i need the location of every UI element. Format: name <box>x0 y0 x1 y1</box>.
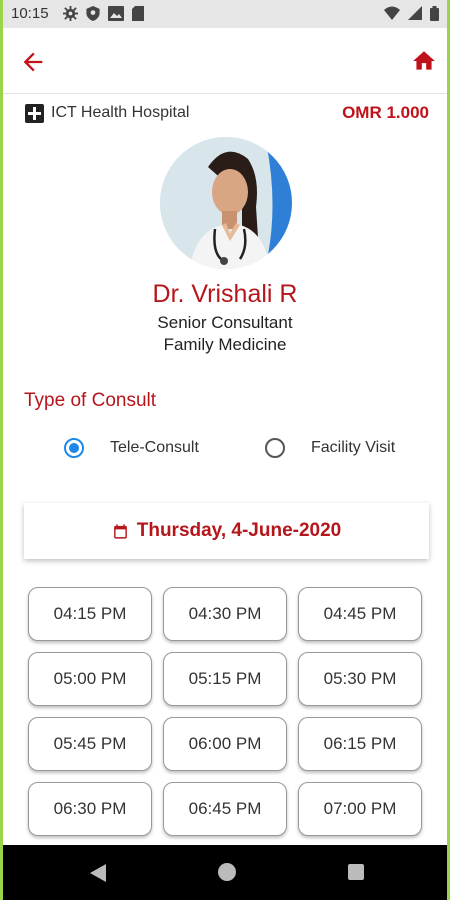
radio-selected-icon[interactable] <box>64 438 84 458</box>
time-slot-button[interactable]: 04:45 PM <box>298 587 422 641</box>
time-slot-button[interactable]: 06:15 PM <box>298 717 422 771</box>
time-slot-grid: 04:15 PM 04:30 PM 04:45 PM 05:00 PM 05:1… <box>28 587 428 836</box>
home-icon[interactable] <box>411 48 437 74</box>
signal-icon <box>408 6 422 20</box>
nav-recents-icon[interactable] <box>348 864 364 880</box>
time-slot-button[interactable]: 05:15 PM <box>163 652 287 706</box>
wifi-icon <box>384 6 400 20</box>
time-slot-button[interactable]: 04:15 PM <box>28 587 152 641</box>
radio-label: Tele-Consult <box>110 439 199 456</box>
gear-icon <box>63 6 78 21</box>
battery-icon <box>430 6 439 21</box>
time-slot-button[interactable]: 05:30 PM <box>298 652 422 706</box>
radio-unselected-icon[interactable] <box>265 438 285 458</box>
time-slot-button[interactable]: 07:00 PM <box>298 782 422 836</box>
hospital-row: ICT Health Hospital OMR 1.000 <box>3 94 447 138</box>
arrow-left-icon[interactable] <box>19 48 47 76</box>
time-slot-button[interactable]: 05:00 PM <box>28 652 152 706</box>
hospital-cross-icon <box>25 104 44 123</box>
hospital-name: ICT Health Hospital <box>51 104 190 121</box>
calendar-icon <box>113 523 127 539</box>
time-slot-button[interactable]: 05:45 PM <box>28 717 152 771</box>
time-slot-button[interactable]: 06:30 PM <box>28 782 152 836</box>
time-slot-button[interactable]: 06:45 PM <box>163 782 287 836</box>
nav-back-icon[interactable] <box>90 864 106 882</box>
date-picker-card[interactable]: Thursday, 4-June-2020 <box>24 503 429 559</box>
system-nav-bar <box>3 845 447 900</box>
app-bar <box>3 28 447 94</box>
selected-date: Thursday, 4-June-2020 <box>136 520 342 541</box>
doctor-title: Senior Consultant Family Medicine <box>3 312 447 356</box>
status-bar: 10:15 <box>3 0 447 28</box>
image-icon <box>108 6 124 21</box>
radio-tele-consult[interactable]: Tele-Consult <box>64 437 199 459</box>
app-screen: 10:15 ICT Health Hospital OMR 1.000 Dr. … <box>3 0 447 900</box>
nav-home-icon[interactable] <box>218 863 236 881</box>
consult-price: OMR 1.000 <box>342 103 429 122</box>
doctor-specialty: Family Medicine <box>163 335 287 354</box>
doctor-name: Dr. Vrishali R <box>152 280 298 308</box>
shield-icon <box>86 6 100 21</box>
consult-type-heading: Type of Consult <box>24 390 157 411</box>
doctor-avatar <box>160 137 292 269</box>
status-time: 10:15 <box>11 5 49 22</box>
doctor-designation: Senior Consultant <box>157 313 293 332</box>
time-slot-button[interactable]: 06:00 PM <box>163 717 287 771</box>
radio-facility-visit[interactable]: Facility Visit <box>265 437 395 459</box>
radio-label: Facility Visit <box>311 439 396 456</box>
sd-card-icon <box>132 6 144 21</box>
time-slot-button[interactable]: 04:30 PM <box>163 587 287 641</box>
